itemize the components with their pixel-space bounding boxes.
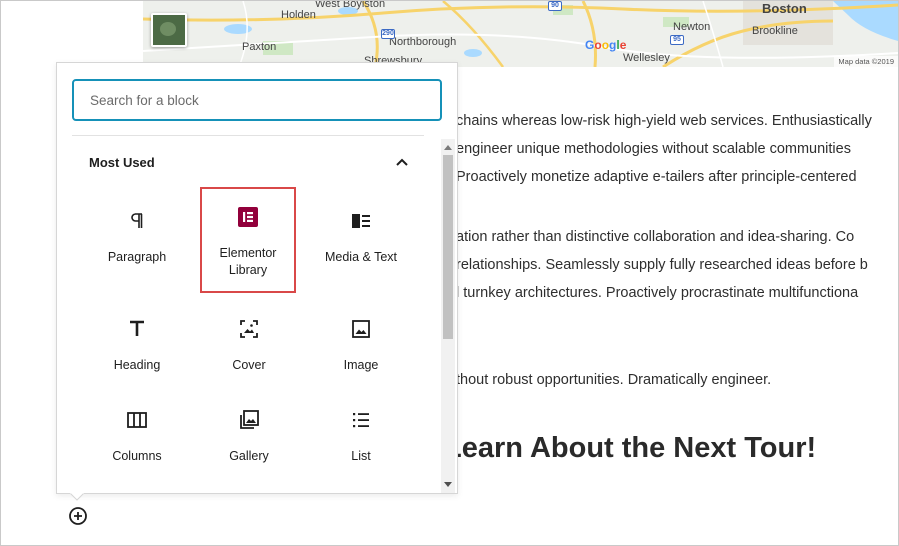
block-label: Heading [113,358,161,372]
block-label: Cover [232,358,266,372]
block-media-text[interactable]: Media & Text [313,191,409,295]
paragraph-line: thout robust opportunities. Dramatically… [456,372,772,388]
chevron-up-icon[interactable] [394,154,410,170]
map-label-west-boylston: West Boylston [315,1,386,10]
scrollbar-thumb[interactable] [443,155,453,339]
block-image[interactable]: Image [313,299,409,403]
paragraph-line: l turnkey architectures. Proactively pro… [456,285,859,301]
paragraph-line: chains whereas low-risk high-yield web s… [456,113,872,129]
block-list[interactable]: List [313,390,409,494]
block-label: Paragraph [107,250,167,264]
block-paragraph[interactable]: Paragraph [89,191,185,295]
gallery-icon [240,410,259,429]
map-label-paxton: Paxton [242,41,277,53]
block-label: Media & Text [324,250,398,264]
list-icon [353,413,369,428]
paragraph-line: relationships. Seamlessly supply fully r… [456,257,868,273]
popover-arrow [70,493,84,501]
block-elementor-library[interactable]: Elementor Library [200,187,296,293]
block-list-scrollbar[interactable] [441,139,455,493]
block-label: Columns [112,449,162,463]
map-label-northborough: Northborough [389,36,457,48]
map-label-holden: Holden [281,9,316,21]
block-label: List [351,449,371,463]
scroll-down-arrow-icon[interactable] [444,482,452,487]
paragraph-line: Proactively monetize adaptive e-tailers … [456,169,857,185]
add-block-button[interactable] [68,506,88,526]
image-icon [352,320,370,338]
route-290-shield: 290 [381,29,395,39]
cover-icon [240,320,258,338]
block-gallery[interactable]: Gallery [201,390,297,494]
block-inserter-popover: Most Used Paragraph Elementor Library Me… [56,62,458,494]
columns-icon [127,412,147,428]
media-text-icon [352,214,370,228]
block-search-input[interactable] [72,79,442,121]
block-columns[interactable]: Columns [89,390,185,494]
block-cover[interactable]: Cover [201,299,297,403]
block-heading[interactable]: Heading [89,299,185,403]
block-label: Elementor Library [219,246,277,277]
post-heading: Learn About the Next Tour! [444,432,817,464]
elementor-icon [238,207,258,227]
divider [72,135,424,136]
paragraph-line: ation rather than distinctive collaborat… [456,229,855,245]
block-label: Image [343,358,379,372]
block-label: Gallery [229,449,269,463]
panel-title: Most Used [89,155,155,170]
paragraph-icon [131,213,143,228]
satellite-toggle[interactable] [151,13,187,47]
heading-icon [130,320,144,336]
scroll-up-arrow-icon[interactable] [444,145,452,150]
paragraph-line: engineer unique methodologies without sc… [456,141,851,157]
